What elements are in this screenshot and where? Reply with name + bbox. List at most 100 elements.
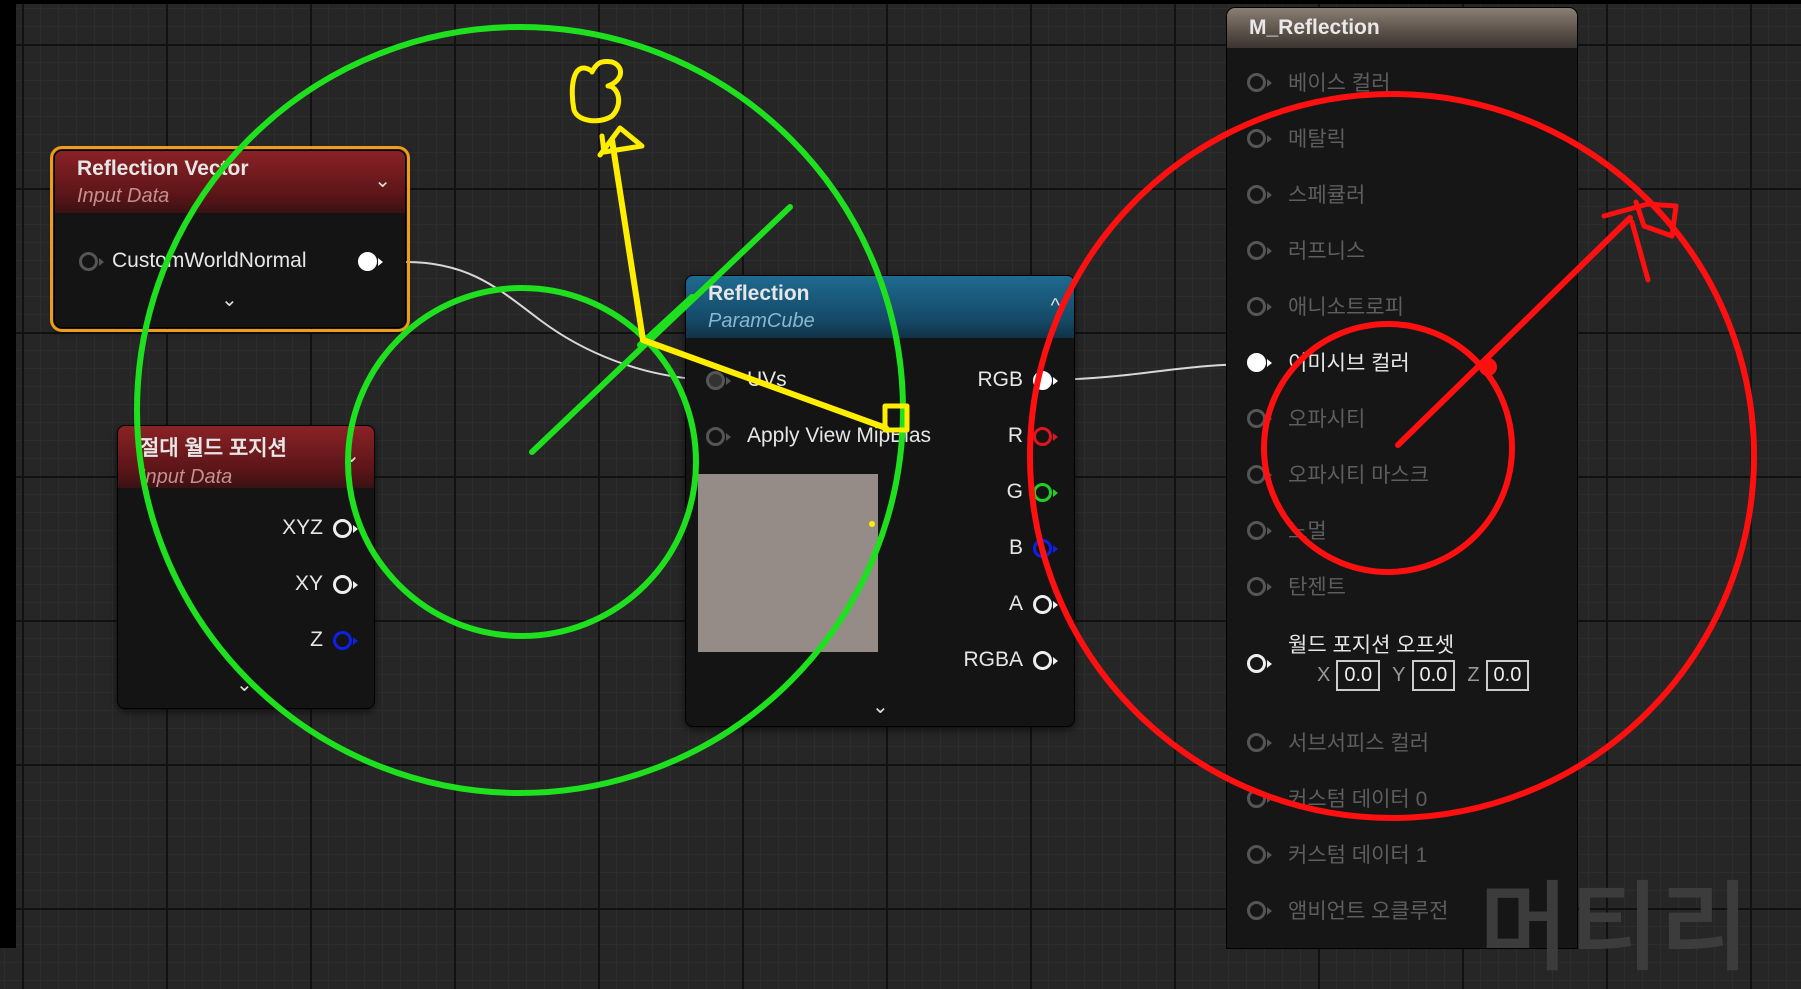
input-pin-icon[interactable]	[1247, 653, 1272, 673]
material-input-roughness[interactable]: 러프니스	[1247, 236, 1365, 264]
pin-label: RGBA	[963, 648, 1023, 671]
cubemap-preview	[698, 474, 878, 652]
absolute-world-position-node[interactable]: 절대 월드 포지션 Input Data ⌄ XYZ XY Z ⌄	[118, 426, 374, 708]
input-label: 오파시티	[1288, 408, 1366, 431]
pin-row-r: R	[1007, 422, 1058, 450]
material-input-base-color[interactable]: 베이스 컬러	[1247, 68, 1390, 96]
input-pin-icon[interactable]	[1247, 352, 1272, 372]
input-pin-icon[interactable]	[79, 251, 104, 271]
material-input-world-position-offset[interactable]: 월드 포지션 오프셋	[1247, 630, 1454, 673]
wpo-y-field[interactable]: 0.0	[1411, 660, 1456, 691]
pin-label: B	[1008, 536, 1023, 559]
input-pin-icon[interactable]	[1247, 576, 1272, 596]
pin-row-rgba: RGBA	[963, 646, 1058, 674]
pin-label: RGB	[977, 368, 1023, 391]
output-pin-icon[interactable]	[1033, 538, 1058, 558]
material-title: M_Reflection	[1249, 16, 1380, 39]
output-pin-icon[interactable]	[358, 251, 383, 271]
wpo-x-field[interactable]: 0.0	[1336, 660, 1381, 691]
collapse-chevron-icon[interactable]: ⌄	[374, 171, 391, 191]
pin-label: UVs	[747, 368, 787, 391]
material-input-opacity[interactable]: 오파시티	[1247, 404, 1365, 432]
output-pin-icon[interactable]	[1033, 650, 1058, 670]
input-label: 오파시티 마스크	[1288, 464, 1430, 487]
world-position-offset-vector: X 0.0 Y 0.0 Z 0.0	[1305, 660, 1530, 691]
input-pin-icon[interactable]	[1247, 788, 1272, 808]
input-pin-icon[interactable]	[1247, 464, 1272, 484]
input-pin-icon[interactable]	[1247, 184, 1272, 204]
input-label: 베이스 컬러	[1288, 72, 1391, 95]
input-pin-icon[interactable]	[1247, 408, 1272, 428]
pin-row-apply-view-mipbias: Apply View MipBias	[706, 422, 931, 450]
node-title: Reflection	[708, 282, 810, 305]
input-pin-icon[interactable]	[1247, 128, 1272, 148]
wpo-z-field[interactable]: 0.0	[1485, 660, 1530, 691]
input-pin-icon[interactable]	[1247, 296, 1272, 316]
pin-row-z: Z	[310, 626, 358, 654]
input-pin-icon[interactable]	[1247, 732, 1272, 752]
material-result-node[interactable]: M_Reflection 베이스 컬러 메탈릭 스페큘러 러프니스 애니소트로피…	[1227, 8, 1577, 948]
input-label: 탄젠트	[1288, 576, 1346, 599]
material-input-opacity-mask[interactable]: 오파시티 마스크	[1247, 460, 1429, 488]
material-header[interactable]: M_Reflection	[1227, 8, 1577, 48]
pin-label: R	[1007, 424, 1023, 447]
material-input-specular[interactable]: 스페큘러	[1247, 180, 1365, 208]
input-pin-icon[interactable]	[1247, 844, 1272, 864]
pin-row-xy: XY	[295, 570, 358, 598]
node-header[interactable]: Reflection Vector Input Data ⌄	[55, 151, 405, 213]
input-label: 커스텀 데이터 1	[1288, 844, 1428, 867]
material-input-ambient-occlusion[interactable]: 앰비언트 오클루전	[1247, 896, 1448, 924]
output-pin-icon[interactable]	[1033, 426, 1058, 446]
reflection-vector-node[interactable]: Reflection Vector Input Data ⌄ CustomWor…	[50, 146, 410, 332]
pin-row-custom-world-normal: CustomWorldNormal	[79, 247, 389, 275]
pin-row-a: A	[1009, 590, 1058, 618]
material-input-metallic[interactable]: 메탈릭	[1247, 124, 1346, 152]
input-label: 애니소트로피	[1288, 296, 1404, 319]
input-label: 서브서피스 컬러	[1288, 732, 1430, 755]
material-input-normal[interactable]: 노멀	[1247, 516, 1327, 544]
output-pin-icon[interactable]	[333, 518, 358, 538]
input-pin-icon[interactable]	[1247, 240, 1272, 260]
node-subtitle: ParamCube	[708, 310, 815, 332]
expand-chevron-icon[interactable]: ⌄	[236, 672, 253, 697]
expand-chevron-icon[interactable]: ⌄	[872, 694, 889, 719]
y-axis-label: Y	[1392, 664, 1406, 686]
node-header[interactable]: 절대 월드 포지션 Input Data ⌄	[118, 426, 374, 488]
input-pin-icon[interactable]	[1247, 900, 1272, 920]
collapse-chevron-icon[interactable]: ⌄	[343, 446, 360, 466]
input-pin-icon[interactable]	[1247, 520, 1272, 540]
node-title: 절대 월드 포지션	[140, 437, 287, 460]
input-label: 노멀	[1288, 520, 1327, 543]
input-pin-icon[interactable]	[706, 370, 731, 390]
watermark-text: 머티리	[1480, 872, 1751, 984]
reflection-paramcube-node[interactable]: Reflection ParamCube ^ UVs Apply View Mi…	[686, 276, 1074, 726]
pin-label: Apply View MipBias	[747, 424, 932, 447]
pin-label: Z	[310, 628, 323, 651]
pin-row-g: G	[1006, 478, 1058, 506]
wire-reflection-vector-to-uvs[interactable]	[405, 261, 713, 381]
x-axis-label: X	[1317, 664, 1331, 686]
expand-chevron-icon[interactable]: ⌄	[221, 287, 238, 312]
output-pin-icon[interactable]	[333, 630, 358, 650]
material-input-custom-data-0[interactable]: 커스텀 데이터 0	[1247, 784, 1427, 812]
output-pin-icon[interactable]	[1033, 370, 1058, 390]
input-label: 앰비언트 오클루전	[1288, 900, 1449, 923]
material-input-anisotropy[interactable]: 애니소트로피	[1247, 292, 1404, 320]
pin-label: G	[1006, 480, 1023, 503]
node-title: Reflection Vector	[77, 157, 249, 180]
output-pin-icon[interactable]	[1033, 594, 1058, 614]
material-input-emissive-color[interactable]: 이미시브 컬러	[1247, 348, 1410, 376]
output-pin-icon[interactable]	[333, 574, 358, 594]
pin-row-b: B	[1008, 534, 1058, 562]
input-pin-icon[interactable]	[706, 426, 731, 446]
material-input-tangent[interactable]: 탄젠트	[1247, 572, 1346, 600]
node-header[interactable]: Reflection ParamCube ^	[686, 276, 1074, 338]
output-pin-icon[interactable]	[1033, 482, 1058, 502]
material-input-custom-data-1[interactable]: 커스텀 데이터 1	[1247, 840, 1427, 868]
material-input-subsurface-color[interactable]: 서브서피스 컬러	[1247, 728, 1429, 756]
input-pin-icon[interactable]	[1247, 72, 1272, 92]
input-label: 이미시브 컬러	[1288, 352, 1410, 375]
z-axis-label: Z	[1467, 664, 1480, 686]
node-subtitle: Input Data	[140, 466, 233, 488]
collapse-chevron-icon[interactable]: ^	[1051, 296, 1060, 316]
